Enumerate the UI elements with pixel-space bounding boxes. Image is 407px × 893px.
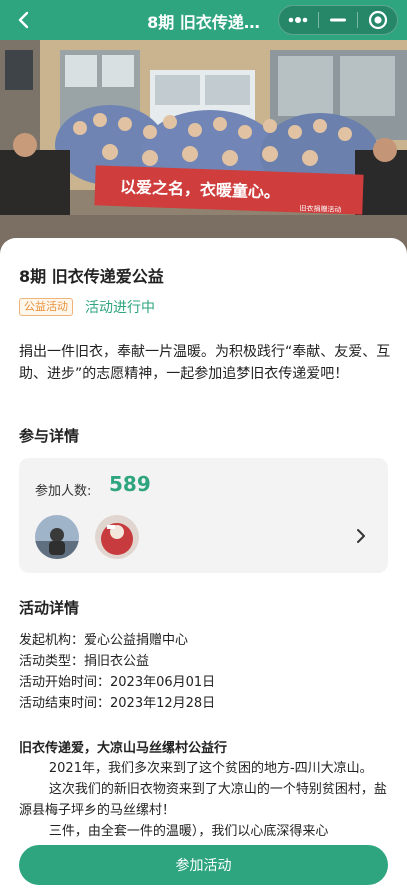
- details-section-title: 活动详情: [19, 599, 80, 617]
- chevron-left-icon: [18, 11, 29, 29]
- detail-start-date: 活动开始时间：2023年06月01日: [19, 675, 216, 690]
- avatar-icon: [35, 515, 79, 559]
- banner-subtext: 旧衣捐赠活动: [299, 203, 341, 213]
- story-body: 2021年，我们多次来到了这个贫困的地方-四川大凉山。 这次我们的新旧衣物资来到…: [19, 758, 391, 842]
- more-button[interactable]: [279, 6, 318, 34]
- join-activity-button[interactable]: 参加活动: [19, 845, 388, 885]
- participation-section-title: 参与详情: [19, 427, 80, 445]
- back-button[interactable]: [10, 6, 38, 34]
- tag-row: 公益活动 活动进行中: [19, 297, 155, 317]
- activity-title: 8期 旧衣传递爱公益: [19, 267, 164, 286]
- story-title: 旧衣传递爱，大凉山马丝缧村公益行: [19, 741, 228, 756]
- minimize-button[interactable]: [319, 6, 358, 34]
- story-paragraph: 这次我们的新旧衣物资来到了大凉山的一个特别贫困村，盐源县梅子坪乡的马丝缧村！: [19, 782, 387, 818]
- mini-program-capsule: [278, 5, 398, 35]
- story-paragraph: 2021年，我们多次来到了这个贫困的地方-四川大凉山。: [48, 761, 373, 776]
- participant-count: 589: [109, 472, 151, 496]
- group-photo-image: 以爱之名，衣暖童心。 旧衣捐赠活动: [0, 40, 407, 255]
- detail-organizer: 发起机构：爱心公益捐赠中心: [19, 633, 189, 648]
- hero-photo: 以爱之名，衣暖童心。 旧衣捐赠活动: [0, 40, 407, 255]
- content-sheet: 8期 旧衣传递爱公益 公益活动 活动进行中 捐出一件旧衣，奉献一片温暖。为积极践…: [0, 238, 407, 893]
- participant-count-label: 参加人数:: [35, 484, 92, 499]
- minus-icon: [330, 18, 346, 22]
- participants-card[interactable]: 参加人数: 589: [19, 458, 388, 573]
- navigation-bar: 8期 旧衣传递…: [0, 0, 407, 40]
- close-circle-icon: [368, 10, 387, 30]
- more-dots-icon: [289, 17, 308, 23]
- avatar-icon: [95, 515, 139, 559]
- status-text: 活动进行中: [85, 300, 155, 316]
- activity-description: 捐出一件旧衣，奉献一片温暖。为积极践行“奉献、友爱、互助、进步”的志愿精神，一起…: [19, 344, 391, 382]
- detail-end-date: 活动结束时间：2023年12月28日: [19, 696, 216, 711]
- detail-type: 活动类型：捐旧衣公益: [19, 654, 150, 669]
- avatar: [95, 515, 139, 559]
- chevron-right-icon[interactable]: [354, 526, 368, 546]
- activity-type-badge: 公益活动: [19, 298, 73, 316]
- avatar: [35, 515, 79, 559]
- story-paragraph: 三件，由全套一件的温暖），我们以心底深得来心: [48, 824, 329, 839]
- close-button[interactable]: [358, 6, 397, 34]
